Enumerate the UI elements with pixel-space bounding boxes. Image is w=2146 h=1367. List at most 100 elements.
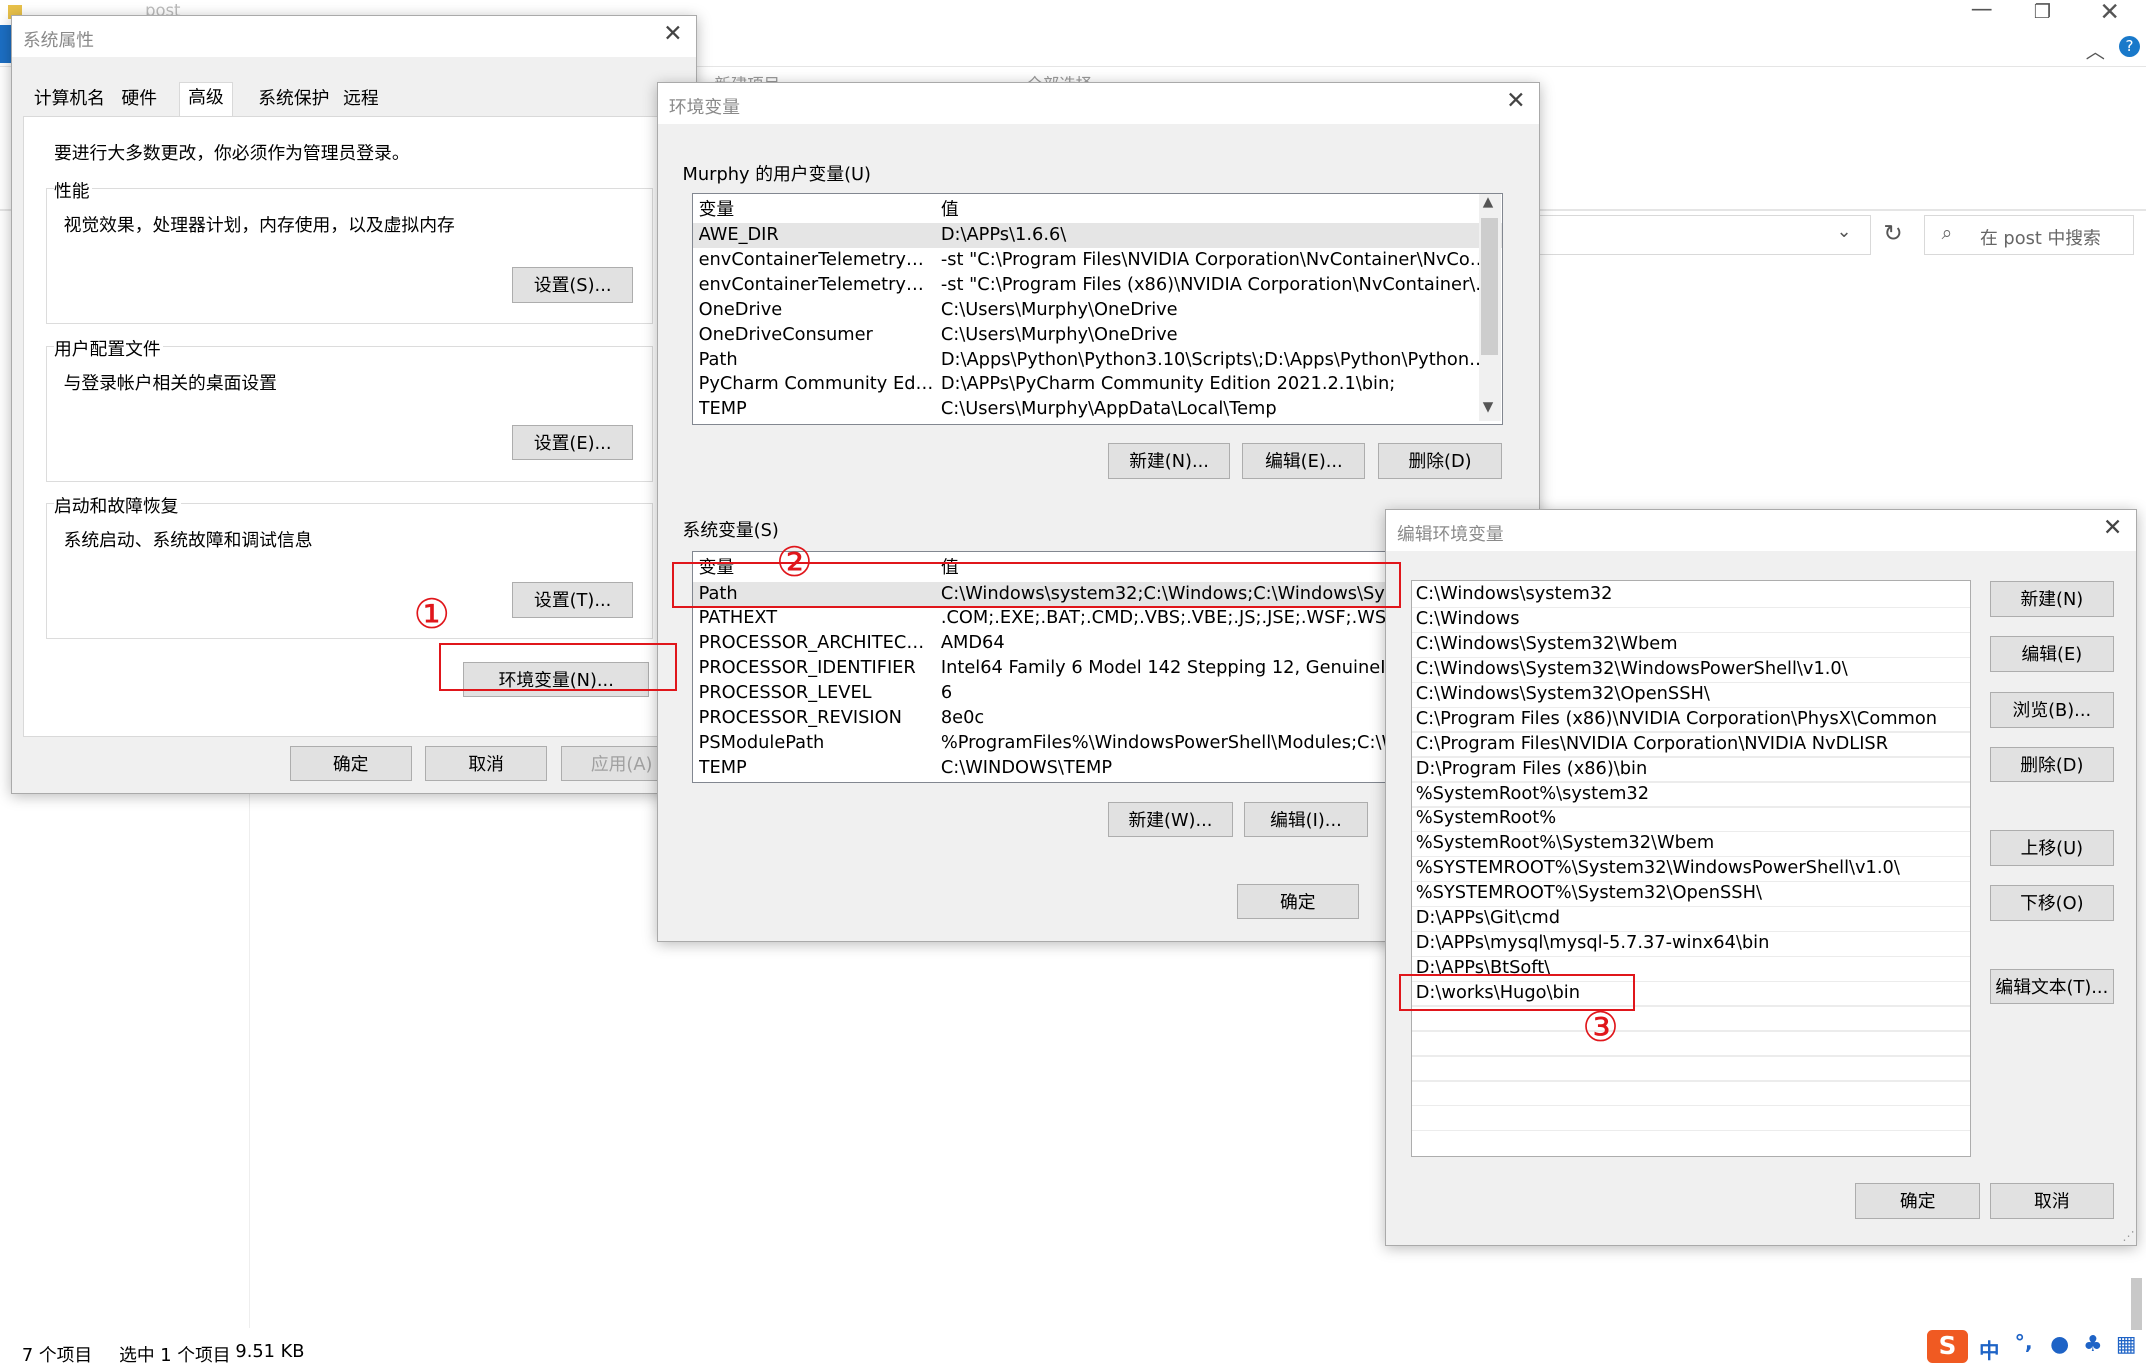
close-icon[interactable]: ✕ [1506, 87, 1525, 114]
startup-recovery-settings-button[interactable]: 设置(T)... [512, 582, 633, 618]
scroll-handle[interactable] [2130, 1278, 2142, 1331]
performance-settings-button[interactable]: 设置(S)... [512, 267, 633, 304]
table-row[interactable]: OneDrive C:\Users\Murphy\OneDrive [693, 298, 1502, 323]
refresh-icon[interactable]: ↻ [1883, 220, 1902, 247]
variable-name-cell: PROCESSOR_LEVEL [698, 682, 872, 704]
table-row[interactable]: envContainerTelemetryApi... -st "C:\Progr… [693, 273, 1502, 298]
ime-toolbar[interactable]: S 中 °, ● ♣ ▦ [1926, 1328, 2146, 1367]
list-item[interactable]: C:\Windows\System32\WindowsPowerShell\v1… [1416, 657, 1970, 682]
minimize-icon[interactable]: — [1971, 0, 1993, 22]
envvars-ok-button[interactable]: 确定 [1236, 883, 1359, 920]
table-row[interactable]: PROCESSOR_IDENTIFIER Intel64 Family 6 Mod… [693, 656, 1502, 681]
editenv-move-up-button[interactable]: 上移(U) [1989, 830, 2115, 866]
tab-remote[interactable]: 远程 [335, 84, 387, 114]
editenv-edit-button[interactable]: 编辑(E) [1989, 636, 2115, 672]
variable-value-cell: -st "C:\Program Files\NVIDIA Corporation… [940, 248, 1497, 270]
list-item[interactable]: %SystemRoot%\System32\Wbem [1416, 831, 1970, 856]
list-item[interactable]: %SYSTEMROOT%\System32\WindowsPowerShell\… [1416, 856, 1970, 881]
table-row[interactable]: AWE_DIR D:\APPs\1.6.6\ [693, 223, 1502, 248]
ribbon-collapse-icon[interactable]: ︿ [2086, 36, 2105, 64]
variable-name-cell: PROCESSOR_ARCHITECTU... [698, 632, 934, 654]
table-row[interactable]: PATHEXT .COM;.EXE;.BAT;.CMD;.VBS;.VBE;.JS… [693, 606, 1502, 631]
list-item[interactable]: C:\Program Files\NVIDIA Corporation\NVID… [1416, 732, 1970, 757]
user-vars-edit-button[interactable]: 编辑(E)... [1242, 443, 1366, 479]
table-row[interactable]: PyCharm Community Edition D:\APPs\PyCharm… [693, 372, 1502, 397]
table-row[interactable]: Path D:\Apps\Python\Python3.10\Scripts\;D… [693, 348, 1502, 373]
table-row[interactable]: OneDriveConsumer C:\Users\Murphy\OneDrive [693, 323, 1502, 348]
editenv-new-button[interactable]: 新建(N) [1989, 581, 2115, 617]
list-item[interactable]: %SystemRoot% [1416, 806, 1970, 831]
list-item[interactable]: D:\APPs\mysql\mysql-5.7.37-winx64\bin [1416, 931, 1970, 956]
editenv-title: 编辑环境变量 [1396, 523, 1504, 545]
user-vars-list[interactable]: 变量 值 AWE_DIR D:\APPs\1.6.6\ envContainerTe… [692, 192, 1503, 425]
list-item[interactable]: C:\Windows\System32\OpenSSH\ [1416, 682, 1970, 707]
close-icon[interactable]: ✕ [2103, 514, 2122, 541]
grid-icon[interactable]: ▦ [2116, 1332, 2137, 1357]
shirt-icon[interactable]: ♣ [2083, 1332, 2103, 1357]
editenv-delete-button[interactable]: 删除(D) [1989, 746, 2115, 783]
table-row[interactable]: TEMP C:\WINDOWS\TEMP [693, 756, 1502, 781]
variable-name-cell: TEMP [698, 756, 747, 778]
tab-computer-name[interactable]: 计算机名 [26, 84, 114, 114]
ribbon-new-item[interactable]: 新建项目 [714, 71, 780, 82]
table-row[interactable]: PROCESSOR_LEVEL 6 [693, 681, 1502, 706]
table-row[interactable]: PROCESSOR_ARCHITECTU... AMD64 [693, 631, 1502, 656]
user-vars-scrollbar[interactable]: ▲ ▼ [1478, 193, 1501, 421]
help-icon[interactable]: ? [2118, 35, 2141, 58]
editenv-browse-button[interactable]: 浏览(B)... [1989, 692, 2115, 728]
editenv-edit-text-button[interactable]: 编辑文本(T)... [1989, 968, 2115, 1005]
list-item[interactable]: %SYSTEMROOT%\System32\OpenSSH\ [1416, 881, 1970, 906]
table-row[interactable]: PROCESSOR_REVISION 8e0c [693, 706, 1502, 731]
table-row[interactable]: PSModulePath %ProgramFiles%\WindowsPowerS… [693, 731, 1502, 756]
list-item[interactable]: C:\Program Files (x86)\NVIDIA Corporatio… [1416, 707, 1970, 732]
list-item[interactable]: D:\Program Files (x86)\bin [1416, 757, 1970, 782]
list-item[interactable]: C:\Windows\System32\Wbem [1416, 632, 1970, 657]
user-vars-delete-button[interactable]: 删除(D) [1377, 443, 1503, 479]
search-icon: ⌕ [1941, 221, 1953, 245]
restore-icon[interactable]: ❐ [2034, 0, 2051, 23]
editenv-ok-button[interactable]: 确定 [1855, 1183, 1980, 1220]
variable-value-cell: C:\Users\Murphy\AppData\Local\Temp [940, 398, 1277, 420]
table-row[interactable]: envContainerTelemetryApi... -st "C:\Progr… [693, 248, 1502, 273]
sysprops-cancel-button[interactable]: 取消 [425, 745, 548, 782]
list-item[interactable]: D:\APPs\Git\cmd [1416, 906, 1970, 931]
tab-advanced[interactable]: 高级 [178, 81, 233, 119]
variable-name-cell: envContainerTelemetryApi... [698, 273, 934, 295]
column-header-value[interactable]: 值 [941, 198, 1497, 223]
system-vars-new-button[interactable]: 新建(W)... [1108, 801, 1233, 838]
resize-grip-icon[interactable]: ⋰ [2122, 1229, 2134, 1243]
editenv-move-down-button[interactable]: 下移(O) [1989, 885, 2115, 921]
editenv-titlebar: 编辑环境变量 ✕ [1386, 510, 2136, 552]
tab-hardware[interactable]: 硬件 [113, 84, 165, 114]
close-icon[interactable]: ✕ [663, 20, 682, 47]
list-separator [1411, 1030, 1971, 1032]
sysprops-ok-button[interactable]: 确定 [289, 745, 412, 782]
column-header-variable[interactable]: 变量 [699, 198, 934, 223]
user-profiles-settings-button[interactable]: 设置(E)... [512, 424, 633, 461]
address-bar[interactable]: ⌄ [1530, 214, 1871, 256]
system-vars-edit-button[interactable]: 编辑(I)... [1243, 801, 1369, 838]
chevron-down-icon[interactable]: ⌄ [1837, 221, 1852, 242]
microphone-icon[interactable]: ● [2050, 1332, 2069, 1357]
list-item[interactable]: C:\Windows [1416, 607, 1970, 632]
startup-recovery-label: 启动和故障恢复 [53, 491, 182, 518]
sogou-logo-icon[interactable]: S [1926, 1330, 1969, 1364]
scroll-up-icon[interactable]: ▲ [1483, 194, 1494, 210]
ribbon-select-all[interactable]: 全部选择 [1026, 71, 1092, 82]
table-row[interactable]: TEMP C:\Users\Murphy\AppData\Local\Temp [693, 397, 1502, 422]
scroll-thumb[interactable] [1481, 218, 1498, 356]
editenv-cancel-button[interactable]: 取消 [1989, 1183, 2115, 1220]
list-separator [1411, 1105, 1971, 1107]
path-entries-list[interactable]: C:\Windows\system32 C:\Windows C:\Windows\… [1410, 579, 1972, 1157]
list-item[interactable]: %SystemRoot%\system32 [1416, 782, 1970, 807]
scroll-down-icon[interactable]: ▼ [1483, 399, 1494, 415]
list-item[interactable]: C:\Windows\system32 [1416, 582, 1970, 607]
ime-lang-toggle[interactable]: 中 [1979, 1334, 2000, 1364]
search-box[interactable]: ⌕ 在 post 中搜索 [1924, 214, 2135, 256]
ime-punct-toggle[interactable]: °, [2015, 1330, 2033, 1354]
tab-system-protection[interactable]: 系统保护 [250, 84, 338, 114]
close-icon[interactable]: ✕ [2099, 0, 2120, 26]
annotation-number-2: ② [775, 537, 813, 586]
user-vars-new-button[interactable]: 新建(N)... [1108, 443, 1230, 479]
annotation-box-env-button [439, 643, 678, 692]
